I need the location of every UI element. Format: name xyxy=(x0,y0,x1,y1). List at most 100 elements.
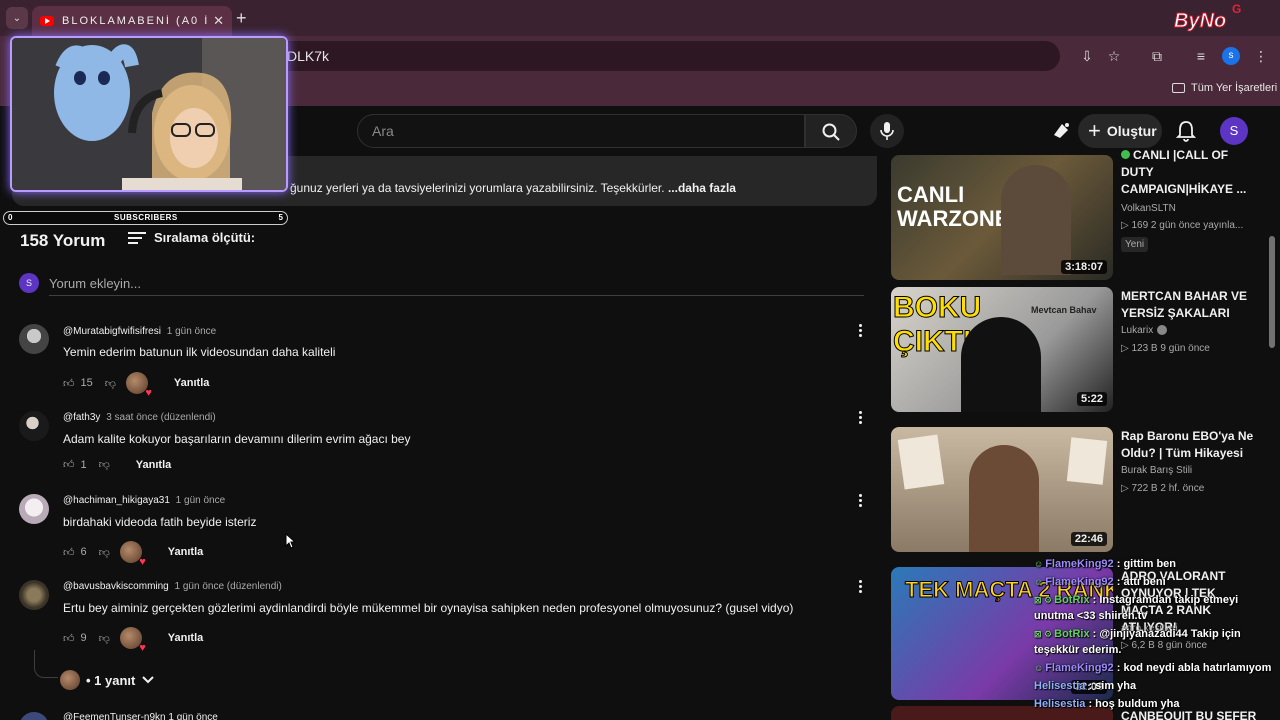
like-icon[interactable]: 👍︎ xyxy=(63,546,75,559)
chat-text: : gittim ben xyxy=(1116,558,1177,570)
sparkle-icon[interactable] xyxy=(1050,120,1072,142)
video-thumbnail[interactable]: BOKU ÇIKTI Mevtcan Bahav 5:22 xyxy=(891,287,1113,412)
add-comment-input[interactable]: Yorum ekleyin... xyxy=(49,276,141,291)
comment-actions: 👍︎ 15 👎︎ Yanıtla xyxy=(63,372,209,399)
browser-profile-avatar[interactable]: s xyxy=(1222,47,1240,65)
voice-search-button[interactable] xyxy=(870,114,904,148)
thumbnail-caption: Mevtcan Bahav xyxy=(1031,305,1097,315)
notifications-bell-icon[interactable] xyxy=(1176,120,1196,142)
page-scrollbar[interactable] xyxy=(1269,236,1275,348)
like-count: 6 xyxy=(80,546,87,558)
comment-author[interactable]: @hachiman_hikigaya31 xyxy=(63,495,170,506)
all-bookmarks-label: Tüm Yer İşaretleri xyxy=(1191,82,1278,94)
avatar[interactable] xyxy=(19,494,49,524)
comment-text: birdahaki videoda fatih beyide isteriz xyxy=(63,515,257,529)
comment-header: @hachiman_hikigaya31 1 gün önce xyxy=(63,495,225,506)
browser-tab[interactable]: BLOKLAMABENİ (A0 İngi ✕ xyxy=(32,6,232,36)
subs-goal: 5 xyxy=(278,213,283,222)
comment-time[interactable]: 1 gün önce xyxy=(176,495,226,506)
comment-time[interactable]: 3 saat önce (düzenlendi) xyxy=(106,412,216,423)
video-channel[interactable]: Lukarix xyxy=(1121,325,1168,336)
chat-text: : sim yha xyxy=(1088,680,1137,692)
tab-search-button[interactable]: ⌄ xyxy=(6,7,28,29)
comment-menu-icon[interactable] xyxy=(856,411,864,424)
like-icon[interactable]: 👍︎ xyxy=(63,377,75,390)
show-replies-button[interactable]: • 1 yanıt xyxy=(60,670,155,690)
reply-button[interactable]: Yanıtla xyxy=(168,632,203,644)
sort-label: Sıralama ölçütü: xyxy=(154,230,256,245)
comment-text: Yemin ederim batunun ilk videosundan dah… xyxy=(63,345,336,359)
creator-mini-avatar xyxy=(60,670,80,690)
like-icon[interactable]: 👍︎ xyxy=(63,632,75,645)
search-button[interactable] xyxy=(805,114,857,148)
thumbnail-person xyxy=(1001,165,1071,275)
install-app-icon[interactable]: ⇩ xyxy=(1078,47,1096,65)
media-controls-icon[interactable]: ≡ xyxy=(1192,47,1210,65)
dislike-icon[interactable]: 👎︎ xyxy=(99,546,110,559)
bookmark-star-icon[interactable]: ☆ xyxy=(1105,47,1123,65)
comment-author[interactable]: @Muratabigfwifisifresi xyxy=(63,326,161,337)
thumbnail-person xyxy=(969,445,1039,552)
avatar[interactable] xyxy=(19,411,49,441)
like-icon[interactable]: 👍︎ xyxy=(63,458,75,471)
video-thumbnail[interactable]: 22:46 xyxy=(891,427,1113,552)
browser-menu-icon[interactable]: ⋮ xyxy=(1252,47,1270,65)
video-duration: 22:46 xyxy=(1070,532,1107,546)
comment-menu-icon[interactable] xyxy=(856,494,864,507)
description-body: ğunuz yerleri ya da tavsiyelerinizi yoru… xyxy=(290,181,665,195)
chat-user: BotRix xyxy=(1054,594,1090,606)
video-channel[interactable]: Burak Barış Stili xyxy=(1121,465,1192,476)
close-tab-icon[interactable]: ✕ xyxy=(213,13,224,29)
search-placeholder: Ara xyxy=(372,123,394,139)
reply-button[interactable]: Yanıtla xyxy=(174,377,209,389)
new-tab-button[interactable]: + xyxy=(236,8,247,29)
comment-time[interactable]: 1 gün önce (düzenlendi) xyxy=(175,581,282,592)
comment-author[interactable]: @fath3y xyxy=(63,412,100,423)
account-avatar[interactable]: S xyxy=(1220,117,1248,145)
video-meta: ▷ 123 B 9 gün önce xyxy=(1121,343,1210,354)
subs-label: SUBSCRIBERS xyxy=(114,213,178,222)
description-text: ğunuz yerleri ya da tavsiyelerinizi yoru… xyxy=(290,181,736,195)
avatar[interactable] xyxy=(19,324,49,354)
comment-text: Adam kalite kokuyor başarıların devamını… xyxy=(63,432,411,446)
comment-author[interactable]: @bavusbavkiscomming xyxy=(63,581,169,592)
thumbnail-text: BOKU ÇIKTI xyxy=(893,291,982,359)
video-thumbnail[interactable]: CANLI WARZONE 3:18:07 xyxy=(891,155,1113,280)
dislike-icon[interactable]: 👎︎ xyxy=(99,458,110,471)
chat-user: Helisestia xyxy=(1034,698,1086,710)
video-title: MERTCAN BAHAR VE YERSİZ ŞAKALARI xyxy=(1121,289,1247,320)
thumbnail-photo xyxy=(897,434,945,490)
comment-header: @Muratabigfwifisifresi 1 gün önce xyxy=(63,326,216,337)
comment-menu-icon[interactable] xyxy=(856,580,864,593)
video-title: Rap Baronu EBO'ya Ne Oldu? | Tüm Hikayes… xyxy=(1121,429,1254,460)
all-bookmarks-button[interactable]: Tüm Yer İşaretleri xyxy=(1172,82,1277,94)
live-icon xyxy=(1121,150,1130,159)
create-button[interactable]: + Oluştur xyxy=(1078,114,1162,148)
comment-count: 158 Yorum xyxy=(20,231,106,250)
sort-button[interactable]: Sıralama ölçütü: xyxy=(128,230,255,245)
webcam-image xyxy=(12,38,286,190)
dislike-icon[interactable]: 👎︎ xyxy=(99,632,110,645)
reply-thread-line xyxy=(34,650,58,678)
thumbnail-photo xyxy=(1066,437,1108,485)
show-more-link[interactable]: ...daha fazla xyxy=(668,181,736,195)
creator-heart-icon xyxy=(119,627,146,654)
comment-menu-icon[interactable] xyxy=(856,324,864,337)
search-input[interactable] xyxy=(357,114,805,148)
comment-actions: 👍︎ 9 👎︎ Yanıtla xyxy=(63,627,203,654)
avatar[interactable] xyxy=(19,712,49,720)
video-channel[interactable]: VolkanSLTN xyxy=(1121,203,1176,214)
url-text[interactable]: DLK7k xyxy=(287,48,329,64)
comment-time[interactable]: 1 gün önce xyxy=(167,326,217,337)
like-count: 1 xyxy=(80,458,87,471)
extensions-icon[interactable]: ⧉ xyxy=(1148,47,1166,65)
video-meta: ▷ 169 2 gün önce yayınla... xyxy=(1121,220,1244,231)
reply-button[interactable]: Yanıtla xyxy=(136,459,171,471)
reply-button[interactable]: Yanıtla xyxy=(168,546,203,558)
dislike-icon[interactable]: 👎︎ xyxy=(105,377,116,390)
comment-header[interactable]: @FeemenTunser-n9kn 1 gün önce xyxy=(63,712,218,720)
avatar[interactable] xyxy=(19,580,49,610)
my-avatar: S xyxy=(19,273,39,293)
chat-text: : kod neydi abla hatırlamıyom xyxy=(1116,662,1272,674)
comment-header: @bavusbavkiscomming 1 gün önce (düzenlen… xyxy=(63,581,282,592)
